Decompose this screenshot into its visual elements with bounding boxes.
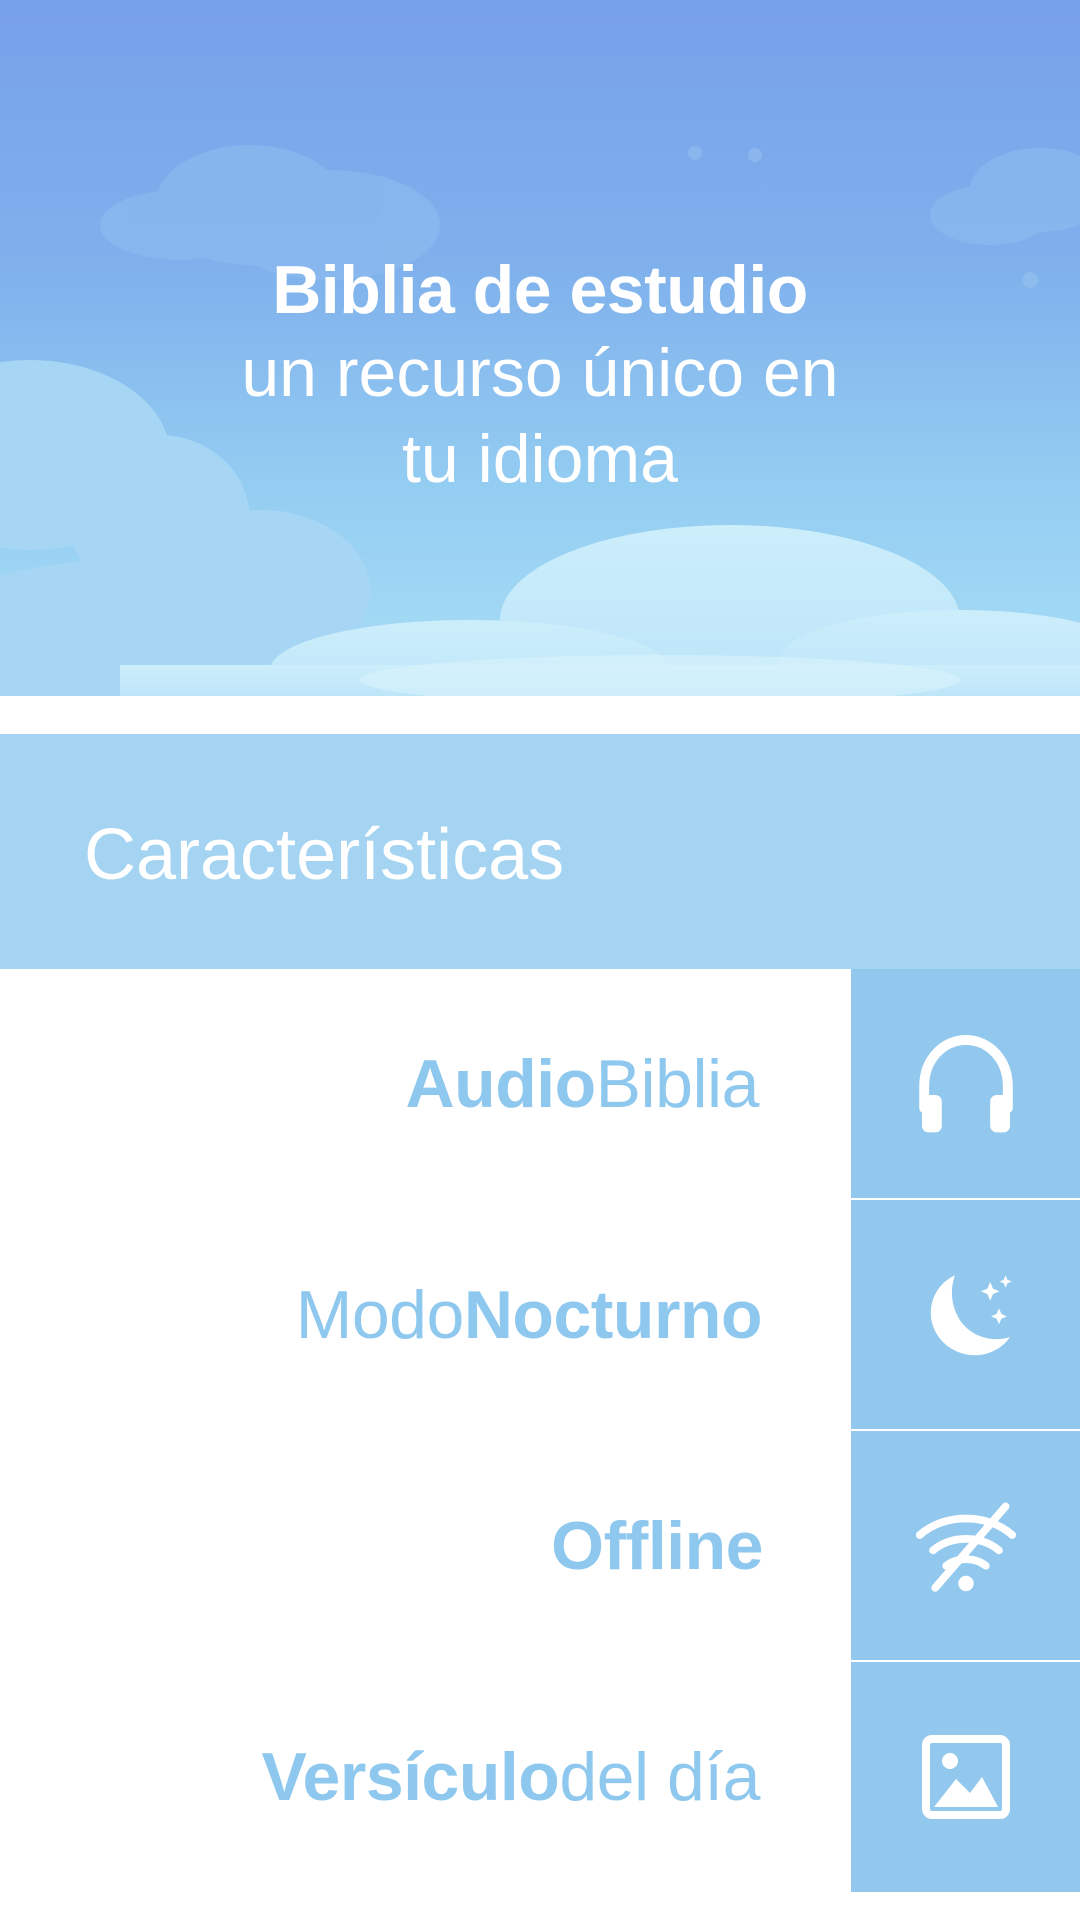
wifi-off-icon [915, 1502, 1016, 1592]
hero-title: Biblia de estudio [272, 252, 808, 328]
separator [0, 696, 1080, 734]
hero-subtitle-line-1: un recurso único en [241, 335, 839, 411]
moon-stars-icon [930, 1275, 1012, 1356]
features-header: Características [0, 734, 1080, 969]
hero-text: Biblia de estudio un recurso único en tu… [0, 250, 1080, 502]
feature-label-light-after: Biblia [595, 1046, 760, 1122]
hero-banner: Biblia de estudio un recurso único en tu… [0, 0, 1080, 696]
feature-label-light-before: Modo [295, 1277, 465, 1353]
feature-row-modo-nocturno: Modo Nocturno [0, 1200, 1080, 1430]
image-icon [921, 1735, 1010, 1819]
feature-label: Audio Biblia [405, 969, 760, 1199]
feature-label: Offline [551, 1431, 763, 1661]
feature-label-bold: Offline [551, 1508, 763, 1584]
feature-label-bold: Audio [405, 1046, 597, 1122]
feature-label-bold: Nocturno [463, 1277, 763, 1353]
feature-icon-cell [851, 969, 1080, 1199]
features-title: Características [84, 815, 565, 895]
feature-row-versiculo-del-dia: Versículo del día [0, 1662, 1080, 1892]
feature-icon-cell [851, 1200, 1080, 1430]
feature-row-offline: Offline [0, 1431, 1080, 1661]
hero-subtitle-line-2: tu idioma [402, 421, 678, 497]
headphones-icon [918, 1035, 1013, 1133]
feature-row-audio-biblia: Audio Biblia [0, 969, 1080, 1199]
feature-label: Versículo del día [261, 1662, 760, 1892]
feature-label-light-after: del día [559, 1739, 760, 1815]
feature-label-bold: Versículo [261, 1739, 560, 1815]
feature-icon-cell [851, 1662, 1080, 1892]
feature-icon-cell [851, 1431, 1080, 1661]
feature-label: Modo Nocturno [295, 1200, 763, 1430]
